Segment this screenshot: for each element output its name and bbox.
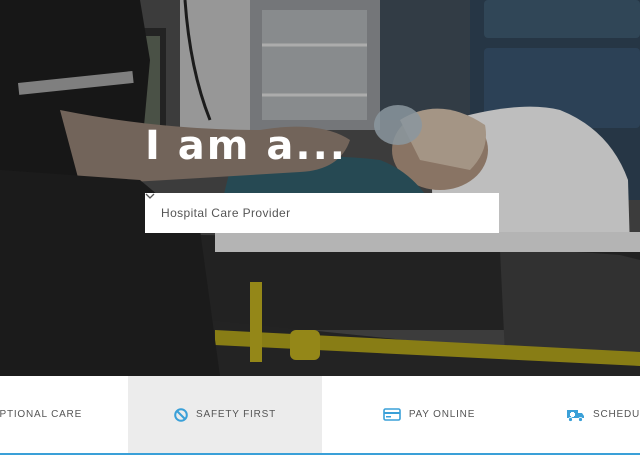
hero-photo <box>0 0 640 376</box>
hero-banner: I am a... Hospital Care Provider <box>0 0 640 376</box>
feature-nav: EPTIONAL CARE SAFETY FIRST PAY ONLINE SC… <box>0 376 640 455</box>
nav-item-label: SAFETY FIRST <box>196 409 276 420</box>
hero-headline: I am a... <box>145 123 347 169</box>
ambulance-icon <box>566 408 585 422</box>
nav-item-schedule[interactable]: SCHEDUL <box>566 376 640 453</box>
chevron-down-icon <box>145 193 487 219</box>
nav-item-exceptional-care[interactable]: EPTIONAL CARE <box>0 376 128 453</box>
nav-item-safety-first[interactable]: SAFETY FIRST <box>128 376 322 453</box>
nav-item-label: PAY ONLINE <box>408 409 476 420</box>
nav-item-label: SCHEDUL <box>593 409 640 420</box>
credit-card-icon <box>383 408 401 421</box>
nav-item-label: EPTIONAL CARE <box>0 409 83 420</box>
role-select[interactable]: Hospital Care Provider <box>145 193 499 233</box>
nav-item-pay-online[interactable]: PAY ONLINE <box>322 376 536 453</box>
role-select-value: Hospital Care Provider <box>161 206 291 220</box>
prohibited-icon <box>174 407 188 422</box>
